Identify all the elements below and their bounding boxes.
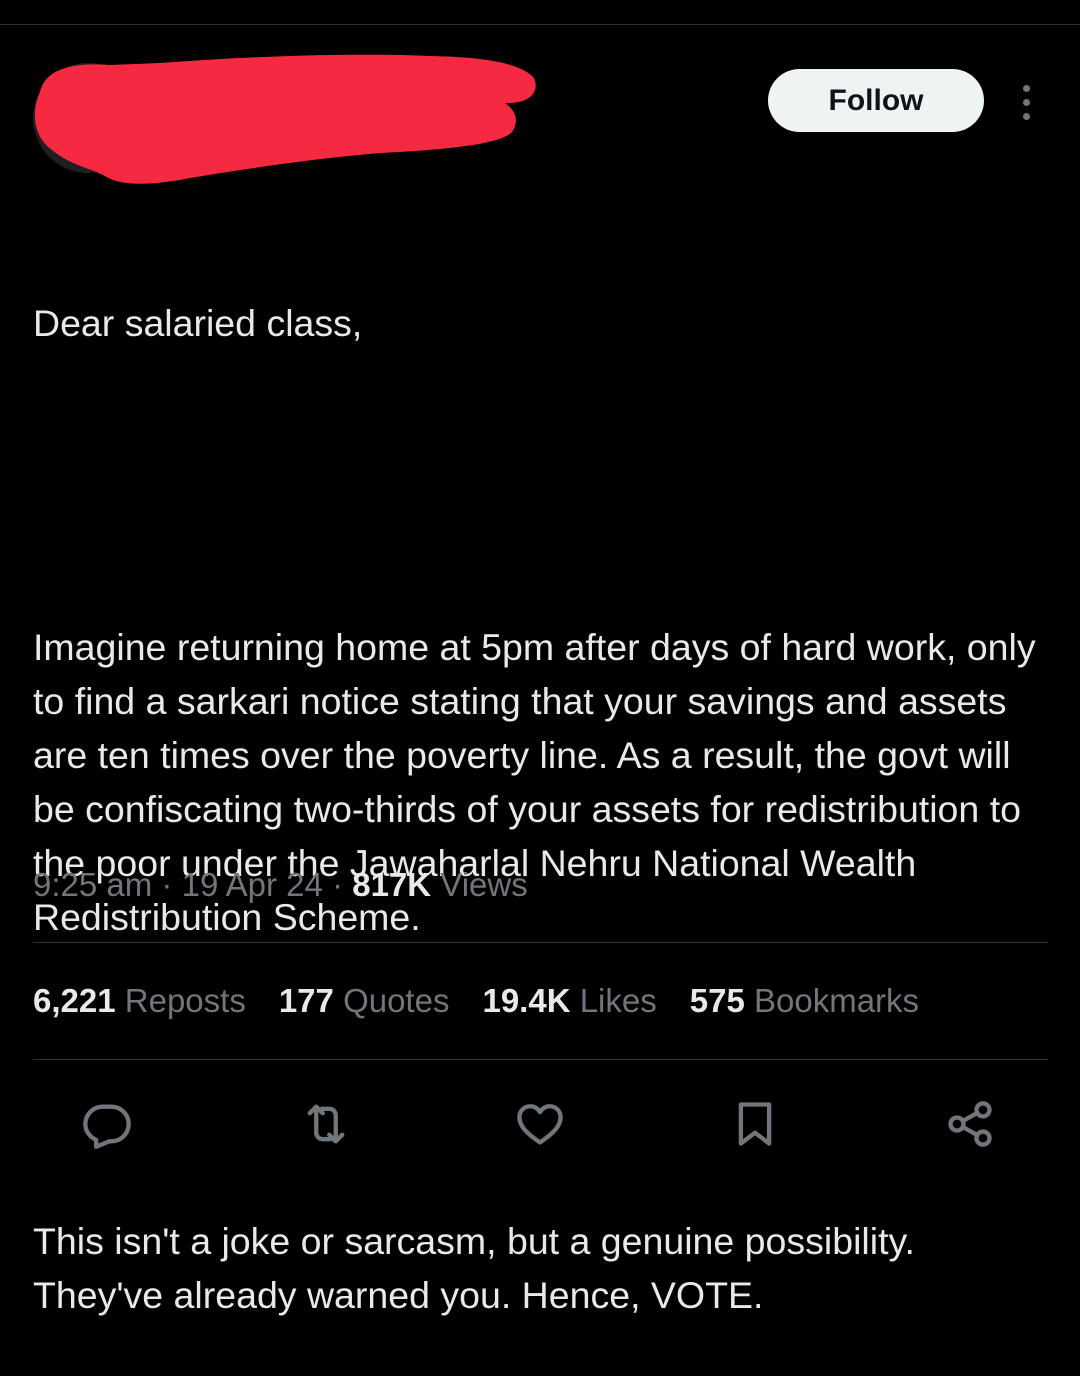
bookmark-icon <box>738 1102 772 1146</box>
share-icon <box>948 1101 992 1147</box>
meta-separator: · <box>161 866 173 903</box>
reposts-stat[interactable]: 6,221 Reposts <box>33 982 246 1020</box>
bookmarks-count: 575 <box>689 982 745 1019</box>
reply-icon <box>83 1104 131 1149</box>
follow-button[interactable]: Follow <box>768 69 984 132</box>
tweet-meta: 9:25 am · 19 Apr 24 · 817K Views <box>33 866 528 904</box>
tweet-time[interactable]: 9:25 am <box>33 866 152 903</box>
repost-icon <box>307 1104 345 1144</box>
likes-stat[interactable]: 19.4K Likes <box>482 982 656 1020</box>
more-dot <box>1022 84 1030 92</box>
divider <box>33 942 1048 943</box>
tweet-date[interactable]: 19 Apr 24 <box>182 866 323 903</box>
quotes-count: 177 <box>278 982 334 1019</box>
meta-separator: · <box>332 866 344 903</box>
views-count[interactable]: 817K <box>352 866 431 903</box>
repost-button[interactable] <box>294 1092 358 1156</box>
engagement-stats: 6,221 Reposts 177 Quotes 19.4K Likes 575… <box>33 982 919 1020</box>
likes-count: 19.4K <box>482 982 571 1019</box>
bookmarks-stat[interactable]: 575 Bookmarks <box>690 982 919 1020</box>
reposts-count: 6,221 <box>33 982 116 1019</box>
divider <box>33 1059 1048 1060</box>
bookmark-button[interactable] <box>723 1092 787 1156</box>
quotes-label: Quotes <box>343 982 450 1019</box>
views-label: Views <box>440 866 528 903</box>
tweet-paragraph-closing: This isn't a joke or sarcasm, but a genu… <box>33 1220 925 1316</box>
more-options-icon[interactable] <box>1008 80 1044 124</box>
more-dot <box>1022 98 1030 106</box>
like-icon <box>517 1104 563 1145</box>
more-dot <box>1022 112 1030 120</box>
reply-button[interactable] <box>75 1092 139 1156</box>
reposts-label: Reposts <box>124 982 246 1019</box>
likes-label: Likes <box>579 982 657 1019</box>
share-button[interactable] <box>938 1092 1002 1156</box>
quotes-stat[interactable]: 177 Quotes <box>279 982 450 1020</box>
action-bar <box>0 1092 1080 1156</box>
like-button[interactable] <box>508 1092 572 1156</box>
tweet-text: Dear salaried class, Imagine returning h… <box>33 188 1048 1376</box>
bookmarks-label: Bookmarks <box>753 982 920 1019</box>
redaction-scribble <box>34 54 536 184</box>
tweet-paragraph-greeting: Dear salaried class, <box>33 302 363 344</box>
